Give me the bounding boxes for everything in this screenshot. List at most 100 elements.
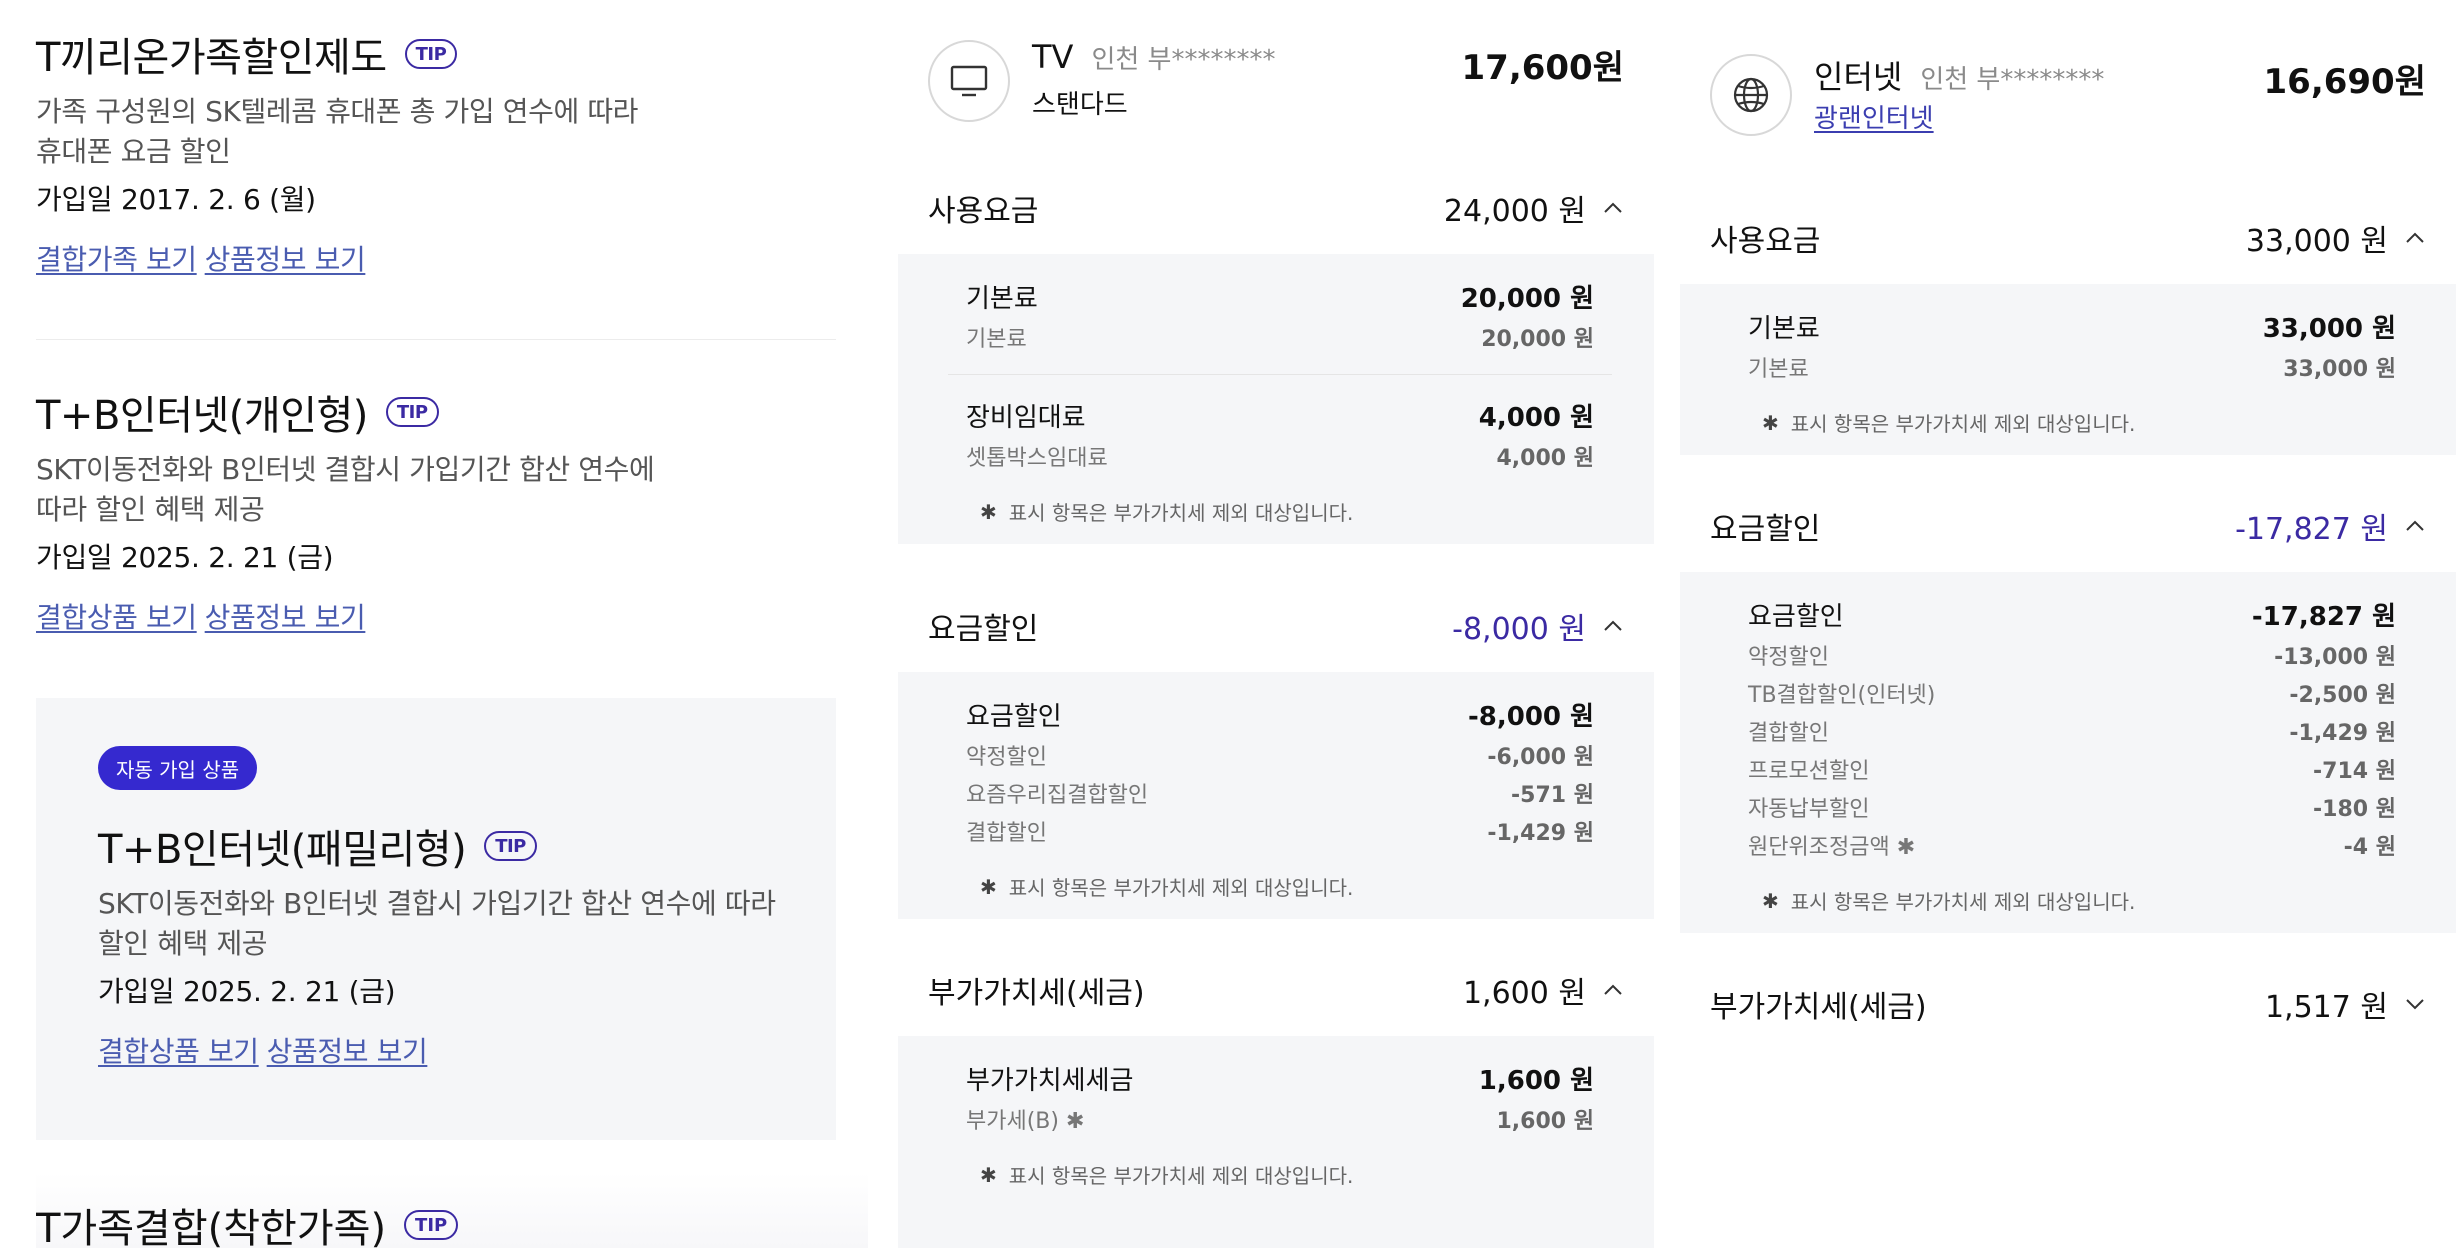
- asterisk-icon: ✱: [980, 1162, 997, 1187]
- tip-badge[interactable]: TIP: [404, 1210, 459, 1240]
- vat-exempt-note: ✱ 표시 항목은 부가가치세 제외 대상입니다.: [980, 874, 1354, 901]
- asterisk-icon: ✱: [1762, 888, 1779, 913]
- vat-header[interactable]: 부가가치세(세금) 1,600 원: [898, 944, 1654, 1036]
- usage-fee-details: 기본료 20,000 원 기본료 20,000 원 장비임대료 4,000 원 …: [898, 254, 1654, 544]
- detail-group-row: 요금할인 -17,827 원: [1748, 601, 2396, 632]
- detail-group-row: 요금할인 -8,000 원: [966, 701, 1594, 732]
- discount-details: 요금할인 -17,827 원 약정할인 -13,000 원 TB결합할인(인터넷…: [1680, 572, 2456, 933]
- tv-service-header: TV 인천 부******** 스탠다드 17,600원: [928, 36, 1624, 156]
- discount-header[interactable]: 요금할인 -17,827 원: [1680, 480, 2456, 572]
- service-name: TV: [1032, 38, 1074, 76]
- vat-total: 1,600 원: [1462, 976, 1586, 1011]
- detail-group-row: 부가가치세세금 1,600 원: [966, 1065, 1594, 1096]
- discount-total: -8,000 원: [1452, 612, 1586, 647]
- discount-item-t-family: T끼리온가족할인제도 TIP 가족 구성원의 SK텔레콤 휴대폰 총 가입 연수…: [36, 26, 836, 278]
- vat-details: 부가가치세세금 1,600 원 부가세(B) ✱ 1,600 원 ✱ 표시 항목…: [898, 1036, 1654, 1248]
- vat-section: 부가가치세(세금) 1,517 원: [1680, 958, 2456, 1050]
- service-name: 인터넷: [1814, 58, 1903, 96]
- view-product-info-link[interactable]: 상품정보 보기: [267, 1030, 428, 1070]
- usage-fee-header[interactable]: 사용요금 33,000 원: [1680, 192, 2456, 284]
- detail-item-row: 약정할인 -6,000 원: [966, 745, 1594, 770]
- divider: [948, 374, 1612, 375]
- vat-exempt-note: ✱ 표시 항목은 부가가치세 제외 대상입니다.: [1762, 410, 2136, 437]
- usage-fee-header[interactable]: 사용요금 24,000 원: [898, 162, 1654, 254]
- usage-fee-section: 사용요금 24,000 원 기본료 20,000 원 기본료 20,000 원 …: [898, 162, 1654, 544]
- vat-exempt-note: ✱ 표시 항목은 부가가치세 제외 대상입니다.: [1762, 888, 2136, 915]
- view-bundle-link[interactable]: 결합상품 보기: [36, 596, 197, 636]
- chevron-up-icon[interactable]: [1602, 979, 1624, 1001]
- tip-badge[interactable]: TIP: [385, 397, 439, 427]
- chevron-up-icon[interactable]: [1602, 197, 1624, 219]
- view-family-link[interactable]: 결합가족 보기: [36, 238, 197, 278]
- discount-description: SKT이동전화와 B인터넷 결합시 가입기간 합산 연수에 따라 할인 혜택 제…: [98, 887, 776, 960]
- auto-join-product-card: 자동 가입 상품 T+B인터넷(패밀리형) TIP SKT이동전화와 B인터넷 …: [36, 698, 836, 1140]
- join-date: 가입일 2017. 2. 6 (월): [36, 183, 316, 216]
- discount-description: SKT이동전화와 B인터넷 결합시 가입기간 합산 연수에 따라 할인 혜택 제…: [36, 453, 655, 526]
- tv-bill-panel: TV 인천 부******** 스탠다드 17,600원 사용요금 24,000…: [898, 0, 1654, 1248]
- vat-section: 부가가치세(세금) 1,600 원 부가가치세세금 1,600 원 부가세(B)…: [898, 944, 1654, 1248]
- chevron-up-icon[interactable]: [2404, 515, 2426, 537]
- usage-fee-details: 기본료 33,000 원 기본료 33,000 원 ✱ 표시 항목은 부가가치세…: [1680, 284, 2456, 455]
- discount-section: 요금할인 -17,827 원 요금할인 -17,827 원 약정할인 -13,0…: [1680, 480, 2456, 933]
- detail-item-row: 기본료 20,000 원: [966, 327, 1594, 352]
- discount-header[interactable]: 요금할인 -8,000 원: [898, 580, 1654, 672]
- view-product-info-link[interactable]: 상품정보 보기: [205, 238, 366, 278]
- internet-bill-panel: 인터넷 인천 부******** 광랜인터넷 16,690원 사용요금 33,0…: [1680, 0, 2456, 1248]
- usage-fee-section: 사용요금 33,000 원 기본료 33,000 원 기본료 33,000 원 …: [1680, 192, 2456, 455]
- tv-icon: [928, 40, 1010, 122]
- asterisk-icon: ✱: [1896, 835, 1916, 860]
- asterisk-icon: ✱: [980, 499, 997, 524]
- vat-exempt-note: ✱ 표시 항목은 부가가치세 제외 대상입니다.: [980, 499, 1354, 526]
- detail-item-row: 프로모션할인 -714 원: [1748, 759, 2396, 784]
- detail-item-row: 결합할인 -1,429 원: [966, 821, 1594, 846]
- vat-header[interactable]: 부가가치세(세금) 1,517 원: [1680, 958, 2456, 1050]
- service-price: 16,690원: [2263, 62, 2426, 102]
- discount-title: T+B인터넷(개인형): [36, 393, 368, 439]
- detail-item-row: 자동납부할인 -180 원: [1748, 797, 2396, 822]
- discount-description: 가족 구성원의 SK텔레콤 휴대폰 총 가입 연수에 따라 휴대폰 요금 할인: [36, 95, 639, 168]
- detail-item-row: 결합할인 -1,429 원: [1748, 721, 2396, 746]
- asterisk-icon: ✱: [1762, 410, 1779, 435]
- service-location: 인천 부********: [1091, 45, 1276, 75]
- internet-service-header: 인터넷 인천 부******** 광랜인터넷 16,690원: [1710, 50, 2426, 170]
- detail-item-row: 원단위조정금액 ✱ -4 원: [1748, 835, 2396, 860]
- detail-item-row: 기본료 33,000 원: [1748, 357, 2396, 382]
- discount-list-panel: T끼리온가족할인제도 TIP 가족 구성원의 SK텔레콤 휴대폰 총 가입 연수…: [0, 0, 868, 1248]
- tip-badge[interactable]: TIP: [484, 831, 537, 861]
- chevron-up-icon[interactable]: [1602, 615, 1624, 637]
- discount-item-t-family-bundle: T가족결합(착한가족) TIP: [36, 1172, 868, 1248]
- vat-exempt-note: ✱ 표시 항목은 부가가치세 제외 대상입니다.: [980, 1162, 1354, 1189]
- detail-item-row: 부가세(B) ✱ 1,600 원: [966, 1109, 1594, 1134]
- detail-group-row: 장비임대료 4,000 원: [966, 402, 1594, 433]
- divider: [36, 339, 836, 340]
- asterisk-icon: ✱: [980, 874, 997, 899]
- discount-item-tb-personal: T+B인터넷(개인형) TIP SKT이동전화와 B인터넷 결합시 가입기간 합…: [36, 384, 836, 636]
- usage-fee-total: 24,000 원: [1443, 194, 1586, 229]
- service-location: 인천 부********: [1920, 65, 2105, 95]
- view-product-info-link[interactable]: 상품정보 보기: [205, 596, 366, 636]
- discount-title: T끼리온가족할인제도: [36, 35, 387, 81]
- auto-join-badge: 자동 가입 상품: [98, 746, 258, 790]
- discount-item-tb-family: T+B인터넷(패밀리형) TIP SKT이동전화와 B인터넷 결합시 가입기간 …: [98, 818, 798, 1070]
- discount-title: T가족결합(착한가족): [36, 1206, 387, 1248]
- asterisk-icon: ✱: [1065, 1109, 1085, 1134]
- join-date: 가입일 2025. 2. 21 (금): [98, 975, 396, 1008]
- detail-item-row: 셋톱박스임대료 4,000 원: [966, 446, 1594, 471]
- discount-title: T+B인터넷(패밀리형): [98, 827, 467, 873]
- discount-details: 요금할인 -8,000 원 약정할인 -6,000 원 요즘우리집결합할인 -5…: [898, 672, 1654, 919]
- detail-group-row: 기본료 20,000 원: [966, 283, 1594, 314]
- join-date: 가입일 2025. 2. 21 (금): [36, 541, 334, 574]
- discount-section: 요금할인 -8,000 원 요금할인 -8,000 원 약정할인 -6,000 …: [898, 580, 1654, 919]
- service-plan-link[interactable]: 광랜인터넷: [1814, 98, 1934, 135]
- chevron-up-icon[interactable]: [2404, 227, 2426, 249]
- discount-total: -17,827 원: [2235, 512, 2388, 547]
- detail-item-row: TB결합할인(인터넷) -2,500 원: [1748, 683, 2396, 708]
- service-plan: 스탠다드: [1032, 90, 1128, 120]
- chevron-down-icon[interactable]: [2404, 993, 2426, 1015]
- view-bundle-link[interactable]: 결합상품 보기: [98, 1030, 259, 1070]
- detail-group-row: 기본료 33,000 원: [1748, 313, 2396, 344]
- detail-item-row: 요즘우리집결합할인 -571 원: [966, 783, 1594, 808]
- globe-icon: [1710, 54, 1792, 136]
- usage-fee-total: 33,000 원: [2245, 224, 2388, 259]
- tip-badge[interactable]: TIP: [404, 39, 458, 69]
